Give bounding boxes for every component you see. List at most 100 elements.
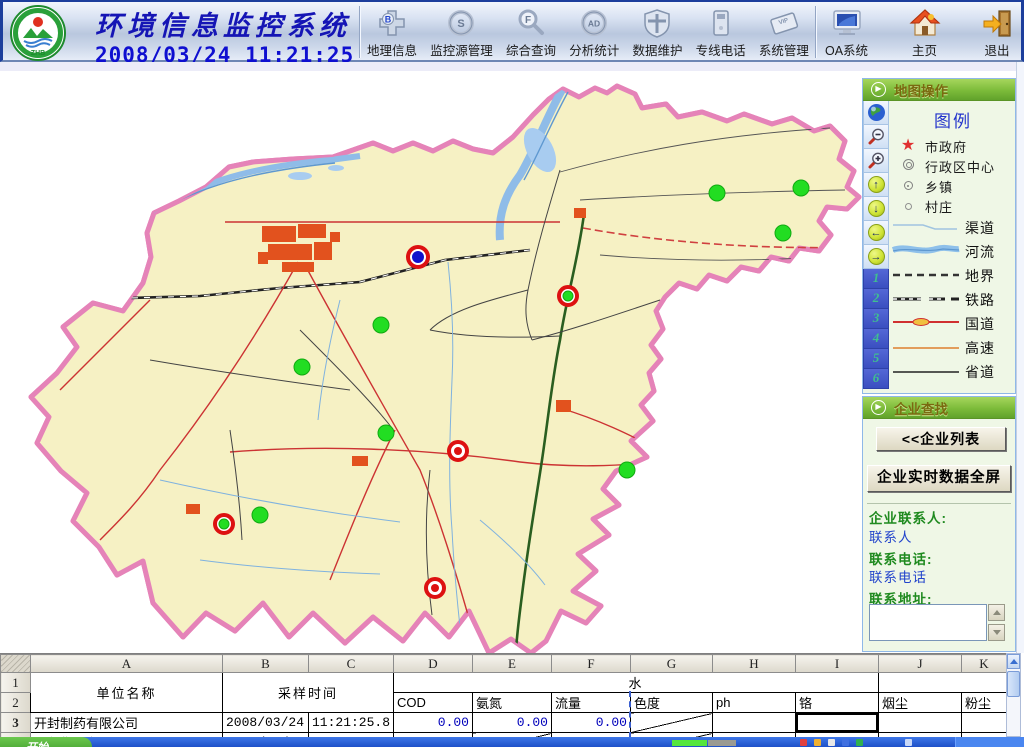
- menu-home[interactable]: 主页: [907, 5, 943, 60]
- tray-icon[interactable]: [842, 739, 849, 746]
- zoom-out-icon[interactable]: [863, 125, 889, 149]
- station-green-marker[interactable]: [373, 317, 389, 333]
- ph-value-cell[interactable]: [713, 713, 796, 733]
- zoom-in-icon[interactable]: [863, 149, 889, 173]
- flow-value-cell[interactable]: 0.00: [552, 713, 631, 733]
- chroma-value-cell[interactable]: [631, 713, 713, 733]
- column-header[interactable]: C: [309, 655, 394, 673]
- map-level-6-button[interactable]: 6: [863, 369, 889, 389]
- realtime-fullscreen-button[interactable]: 企业实时数据全屏: [867, 465, 1011, 492]
- param-header-chroma[interactable]: 色度: [631, 693, 713, 713]
- empty-group-header[interactable]: [879, 673, 1007, 693]
- menu-exit[interactable]: 退出: [979, 5, 1015, 60]
- menu-hotline[interactable]: 专线电话: [694, 5, 748, 60]
- tray-icon[interactable]: [828, 739, 835, 746]
- column-header[interactable]: F: [552, 655, 631, 673]
- cr-value-cell-selected[interactable]: [796, 713, 879, 733]
- contact-value-link[interactable]: 联系人: [869, 526, 913, 546]
- map-level-1-button[interactable]: 1: [863, 269, 889, 289]
- page-scroll-strip[interactable]: [1016, 62, 1024, 653]
- param-header-nh3n[interactable]: 氨氮: [473, 693, 552, 713]
- tray-icon[interactable]: [800, 739, 807, 746]
- column-header[interactable]: A: [31, 655, 223, 673]
- water-group-header[interactable]: 水: [394, 673, 879, 693]
- boundary-line-icon: [891, 270, 961, 280]
- param-header-ph[interactable]: ph: [713, 693, 796, 713]
- grid-scrollbar[interactable]: [1006, 653, 1021, 737]
- map-panel-header[interactable]: ▶ 地图操作: [863, 79, 1015, 101]
- station-green-marker[interactable]: [775, 225, 791, 241]
- enterprise-list-button[interactable]: <<企业列表: [876, 427, 1006, 451]
- tray-icon[interactable]: [814, 739, 821, 746]
- column-header[interactable]: K: [962, 655, 1007, 673]
- exit-door-icon: [981, 6, 1013, 40]
- unit-name-header[interactable]: 单位名称: [31, 673, 223, 713]
- column-header[interactable]: B: [223, 655, 309, 673]
- column-header[interactable]: D: [394, 655, 473, 673]
- param-header-cod[interactable]: COD: [394, 693, 473, 713]
- enterprise-panel-header[interactable]: ▶ 企业查找: [863, 397, 1015, 419]
- column-header[interactable]: J: [879, 655, 962, 673]
- column-header[interactable]: G: [631, 655, 713, 673]
- cod-value-cell[interactable]: 0.00: [394, 713, 473, 733]
- row-header[interactable]: 2: [1, 693, 31, 713]
- phone-value-link[interactable]: 联系电话: [869, 566, 927, 586]
- full-extent-globe-icon[interactable]: [863, 101, 889, 125]
- pan-up-icon[interactable]: ↑: [863, 173, 889, 197]
- column-header[interactable]: H: [713, 655, 796, 673]
- station-green-marker[interactable]: [378, 425, 394, 441]
- param-header-flow[interactable]: 流量: [552, 693, 631, 713]
- smoke-value-cell[interactable]: [879, 713, 962, 733]
- svg-text:B: B: [385, 15, 392, 25]
- pan-down-icon[interactable]: ↓: [863, 197, 889, 221]
- scroll-up-icon[interactable]: [1007, 654, 1020, 669]
- address-textarea[interactable]: [869, 604, 987, 641]
- station-green-marker[interactable]: [294, 359, 310, 375]
- city-selected-marker[interactable]: [408, 247, 428, 267]
- station-green-marker[interactable]: [793, 180, 809, 196]
- menu-oa-system[interactable]: OA系统: [823, 5, 870, 60]
- station-green-marker[interactable]: [709, 185, 725, 201]
- map-level-3-button[interactable]: 3: [863, 309, 889, 329]
- menu-system-management[interactable]: VIP 系统管理: [757, 5, 811, 60]
- row-header[interactable]: 1: [1, 673, 31, 693]
- pan-left-icon[interactable]: ←: [863, 221, 889, 245]
- start-button[interactable]: 开始: [0, 737, 92, 747]
- param-header-smoke[interactable]: 烟尘: [879, 693, 962, 713]
- scroll-up-icon[interactable]: [988, 604, 1005, 621]
- menu-data-maintenance[interactable]: 数据维护: [630, 5, 684, 60]
- sample-date-cell[interactable]: 2008/03/24: [223, 713, 309, 733]
- nh3n-value-cell[interactable]: 0.00: [473, 713, 552, 733]
- menu-query[interactable]: F 综合查询: [504, 5, 558, 60]
- scrollbar-thumb[interactable]: [1007, 671, 1020, 697]
- menu-analysis-stats[interactable]: AD 分析统计: [567, 5, 621, 60]
- station-alert-marker[interactable]: [559, 287, 577, 305]
- pan-right-icon[interactable]: →: [863, 245, 889, 269]
- map-level-2-button[interactable]: 2: [863, 289, 889, 309]
- legend-item-township: 乡镇: [891, 176, 1015, 196]
- dust-value-cell[interactable]: [962, 713, 1007, 733]
- menu-geo-info[interactable]: B 地理信息: [365, 5, 419, 60]
- station-green-marker[interactable]: [619, 462, 635, 478]
- scroll-down-icon[interactable]: [988, 624, 1005, 641]
- station-green-marker[interactable]: [252, 507, 268, 523]
- sample-time-header[interactable]: 采样时间: [223, 673, 394, 713]
- tray-icon[interactable]: [905, 739, 912, 746]
- column-header[interactable]: E: [473, 655, 552, 673]
- row-header[interactable]: 3: [1, 713, 31, 733]
- unit-name-cell[interactable]: 开封制药有限公司: [31, 713, 223, 733]
- grid-corner-cell[interactable]: [1, 655, 31, 673]
- station-alert-marker[interactable]: [215, 515, 233, 533]
- sample-time-cell[interactable]: 11:21:25.8: [309, 713, 394, 733]
- target-red-marker[interactable]: [426, 579, 444, 597]
- column-letter-row: A B C D E F G H I J K: [1, 655, 1007, 673]
- param-header-cr[interactable]: 铬: [796, 693, 879, 713]
- target-red-marker[interactable]: [449, 442, 467, 460]
- map-level-5-button[interactable]: 5: [863, 349, 889, 369]
- play-icon: ▶: [871, 400, 886, 415]
- map-level-4-button[interactable]: 4: [863, 329, 889, 349]
- column-header[interactable]: I: [796, 655, 879, 673]
- menu-monitor-source[interactable]: S 监控源管理: [428, 5, 495, 60]
- tray-icon[interactable]: [856, 739, 863, 746]
- param-header-dust[interactable]: 粉尘: [962, 693, 1007, 713]
